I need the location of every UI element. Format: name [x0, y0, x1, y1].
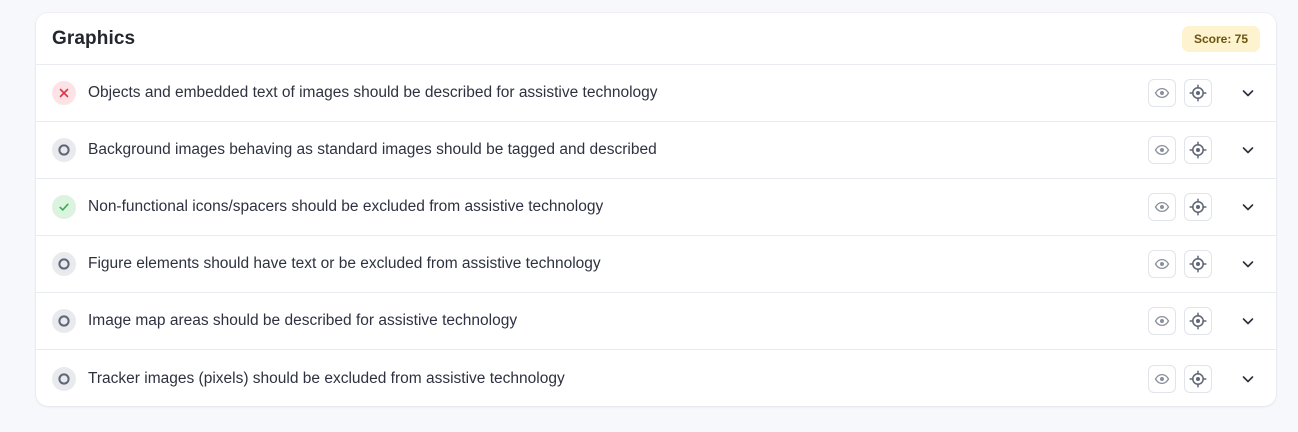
crosshair-icon	[1189, 312, 1207, 330]
rule-text: Image map areas should be described for …	[88, 312, 518, 329]
crosshair-icon	[1189, 369, 1207, 388]
chevron-down-icon	[1241, 86, 1255, 100]
eye-icon	[1154, 256, 1170, 272]
graphics-card: Graphics Score: 75 Objects and embedded …	[36, 13, 1276, 406]
view-button[interactable]	[1148, 79, 1176, 107]
eye-icon	[1154, 371, 1170, 387]
view-button[interactable]	[1148, 307, 1176, 335]
pass-check-icon	[52, 195, 76, 219]
expand-button[interactable]	[1236, 81, 1260, 105]
rule-text: Objects and embedded text of images shou…	[88, 84, 658, 101]
card-header: Graphics Score: 75	[36, 13, 1276, 65]
rule-row[interactable]: Image map areas should be described for …	[36, 293, 1276, 350]
not-applicable-icon	[52, 138, 76, 162]
rule-text: Figure elements should have text or be e…	[88, 255, 601, 272]
not-applicable-icon	[52, 366, 76, 391]
expand-button[interactable]	[1236, 195, 1260, 219]
crosshair-icon	[1189, 255, 1207, 273]
eye-icon	[1154, 199, 1170, 215]
locate-button[interactable]	[1184, 193, 1212, 221]
crosshair-icon	[1189, 198, 1207, 216]
view-button[interactable]	[1148, 364, 1176, 393]
chevron-down-icon	[1241, 314, 1255, 328]
rule-actions	[1140, 193, 1260, 221]
locate-button[interactable]	[1184, 307, 1212, 335]
chevron-down-icon	[1241, 143, 1255, 157]
locate-button[interactable]	[1184, 79, 1212, 107]
expand-button[interactable]	[1236, 309, 1260, 333]
card-title: Graphics	[52, 27, 136, 49]
view-button[interactable]	[1148, 193, 1176, 221]
eye-icon	[1154, 142, 1170, 158]
expand-button[interactable]	[1236, 252, 1260, 276]
rule-text: Tracker images (pixels) should be exclud…	[88, 369, 565, 387]
rule-actions	[1140, 364, 1260, 393]
eye-icon	[1154, 85, 1170, 101]
chevron-down-icon	[1241, 200, 1255, 214]
not-applicable-icon	[52, 309, 76, 333]
view-button[interactable]	[1148, 250, 1176, 278]
locate-button[interactable]	[1184, 364, 1212, 393]
locate-button[interactable]	[1184, 250, 1212, 278]
crosshair-icon	[1189, 141, 1207, 159]
rule-list: Objects and embedded text of images shou…	[36, 65, 1276, 406]
rule-actions	[1140, 250, 1260, 278]
rule-row[interactable]: Non-functional icons/spacers should be e…	[36, 179, 1276, 236]
rule-row[interactable]: Tracker images (pixels) should be exclud…	[36, 350, 1276, 406]
expand-button[interactable]	[1236, 138, 1260, 162]
expand-button[interactable]	[1236, 367, 1260, 391]
view-button[interactable]	[1148, 136, 1176, 164]
chevron-down-icon	[1241, 257, 1255, 271]
not-applicable-icon	[52, 252, 76, 276]
crosshair-icon	[1189, 84, 1207, 102]
rule-row[interactable]: Figure elements should have text or be e…	[36, 236, 1276, 293]
rule-actions	[1140, 79, 1260, 107]
rule-actions	[1140, 136, 1260, 164]
locate-button[interactable]	[1184, 136, 1212, 164]
rule-row[interactable]: Background images behaving as standard i…	[36, 122, 1276, 179]
eye-icon	[1154, 313, 1170, 329]
chevron-down-icon	[1241, 372, 1255, 386]
score-badge: Score: 75	[1181, 25, 1260, 52]
rule-actions	[1140, 307, 1260, 335]
rule-text: Non-functional icons/spacers should be e…	[88, 198, 604, 215]
fail-x-icon	[52, 81, 76, 105]
rule-text: Background images behaving as standard i…	[88, 141, 657, 158]
rule-row[interactable]: Objects and embedded text of images shou…	[36, 65, 1276, 122]
